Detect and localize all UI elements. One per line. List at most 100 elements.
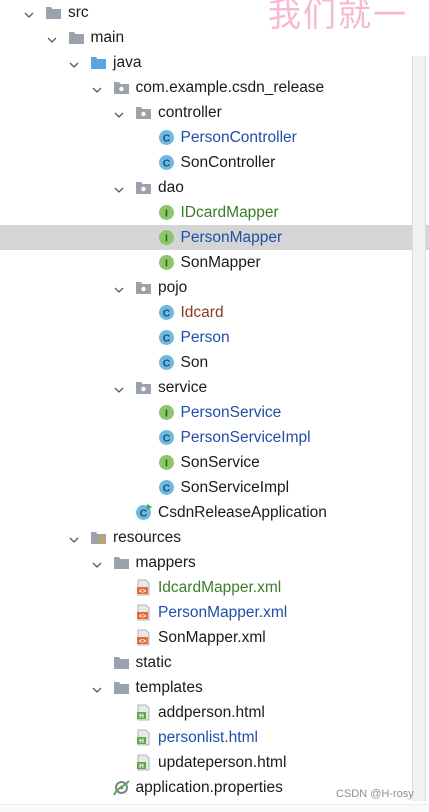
tree-row[interactable]: C SonController <box>0 150 429 175</box>
watermark-top: 我们就一 <box>268 0 408 34</box>
tree-row[interactable]: I SonMapper <box>0 250 429 275</box>
chevron-down-icon[interactable] <box>114 282 124 293</box>
svg-text:I: I <box>165 233 168 245</box>
html-file-icon: H <box>135 754 152 771</box>
svg-text:C: C <box>162 133 170 145</box>
interface-icon: I <box>158 404 175 421</box>
xml-file-icon: <> <box>135 579 152 596</box>
chevron-down-icon[interactable] <box>114 107 124 118</box>
svg-text:C: C <box>140 508 148 520</box>
interface-icon: I <box>158 254 175 271</box>
svg-text:C: C <box>162 483 170 495</box>
interface-icon: I <box>158 204 175 221</box>
svg-text:I: I <box>165 408 168 420</box>
chevron-down-icon[interactable] <box>69 532 79 543</box>
tree-row[interactable]: <> SonMapper.xml <box>0 625 429 650</box>
tree-item-label: mappers <box>135 554 196 571</box>
tree-row[interactable]: static <box>0 650 429 675</box>
package-icon <box>135 179 152 196</box>
tree-row[interactable]: C PersonServiceImpl <box>0 425 429 450</box>
tree-item-label: updateperson.html <box>158 754 287 771</box>
tree-row[interactable]: controller <box>0 100 429 125</box>
tree-row[interactable]: <> PersonMapper.xml <box>0 600 429 625</box>
chevron-down-icon[interactable] <box>114 382 124 393</box>
class-icon: C <box>158 154 175 171</box>
tree-row[interactable]: <> IdcardMapper.xml <box>0 575 429 600</box>
chevron-down-icon[interactable] <box>92 82 102 93</box>
svg-text:C: C <box>162 158 170 170</box>
class-icon: C <box>158 429 175 446</box>
chevron-down-icon[interactable] <box>114 182 124 193</box>
tree-item-label: src <box>68 4 89 21</box>
tree-item-label: static <box>135 654 172 671</box>
spring-boot-class-icon: C <box>135 504 152 521</box>
class-icon: C <box>158 479 175 496</box>
xml-file-icon: <> <box>135 629 152 646</box>
tree-item-label: IdcardMapper.xml <box>158 579 282 596</box>
svg-text:I: I <box>165 208 168 220</box>
tree-row[interactable]: C Son <box>0 350 429 375</box>
tree-row[interactable]: com.example.csdn_release <box>0 75 429 100</box>
tree-item-label: PersonController <box>180 129 297 146</box>
tree-row[interactable]: service <box>0 375 429 400</box>
tree-item-label: SonService <box>180 454 260 471</box>
chevron-down-icon[interactable] <box>69 57 79 68</box>
tree-item-label: Person <box>180 329 230 346</box>
tree-row[interactable]: templates <box>0 675 429 700</box>
folder-icon <box>113 554 130 571</box>
tree-row[interactable]: I IDcardMapper <box>0 200 429 225</box>
tree-item-label: personlist.html <box>158 729 258 746</box>
folder-icon <box>45 4 62 21</box>
vertical-scrollbar[interactable] <box>412 56 426 801</box>
tree-row[interactable]: pojo <box>0 275 429 300</box>
chevron-down-icon[interactable] <box>24 7 34 18</box>
tree-item-label: IDcardMapper <box>180 204 279 221</box>
svg-text:H: H <box>139 763 144 770</box>
watermark-csdn: CSDN @H-rosy <box>336 788 414 800</box>
tree-row[interactable]: Hupdateperson.html <box>0 750 429 775</box>
tree-row[interactable]: C Idcard <box>0 300 429 325</box>
tree-row[interactable]: C CsdnReleaseApplication <box>0 500 429 525</box>
tree-item-label: SonMapper <box>180 254 261 271</box>
properties-file-icon <box>112 779 130 796</box>
tree-row[interactable]: I SonService <box>0 450 429 475</box>
svg-text:H: H <box>139 713 144 720</box>
xml-file-icon: <> <box>135 604 152 621</box>
tree-item-label: PersonMapper <box>180 229 283 246</box>
tree-row[interactable]: C PersonController <box>0 125 429 150</box>
chevron-down-icon[interactable] <box>47 32 57 43</box>
package-icon <box>135 279 152 296</box>
tree-item-label: PersonServiceImpl <box>180 429 311 446</box>
tree-item-label: controller <box>158 104 222 121</box>
tree-item-label: SonMapper.xml <box>158 629 266 646</box>
chevron-down-icon[interactable] <box>92 682 102 693</box>
svg-text:I: I <box>165 458 168 470</box>
class-icon: C <box>158 129 175 146</box>
tree-item-label: SonController <box>180 154 276 171</box>
tree-row[interactable]: I PersonService <box>0 400 429 425</box>
tree-row[interactable]: resources <box>0 525 429 550</box>
class-icon: C <box>158 354 175 371</box>
tree-row[interactable]: dao <box>0 175 429 200</box>
tree-item-label: PersonMapper.xml <box>158 604 288 621</box>
tree-row[interactable]: C SonServiceImpl <box>0 475 429 500</box>
package-icon <box>113 79 130 96</box>
html-file-icon: H <box>135 729 152 746</box>
interface-icon: I <box>158 454 175 471</box>
tree-item-label: dao <box>158 179 184 196</box>
class-icon: C <box>158 304 175 321</box>
tree-row[interactable]: mappers <box>0 550 429 575</box>
tree-row[interactable]: java <box>0 50 429 75</box>
source-folder-icon <box>90 54 107 71</box>
tree-row[interactable]: I PersonMapper <box>0 225 429 250</box>
svg-text:C: C <box>162 358 170 370</box>
tree-item-label: CsdnReleaseApplication <box>158 504 327 521</box>
tree-item-label: Son <box>180 354 209 371</box>
class-icon: C <box>158 329 175 346</box>
tree-row[interactable]: Hpersonlist.html <box>0 725 429 750</box>
tree-row[interactable]: C Person <box>0 325 429 350</box>
resources-folder-icon <box>90 529 107 546</box>
tree-row[interactable]: Haddperson.html <box>0 700 429 725</box>
chevron-down-icon[interactable] <box>92 557 102 568</box>
svg-text:C: C <box>162 308 170 320</box>
